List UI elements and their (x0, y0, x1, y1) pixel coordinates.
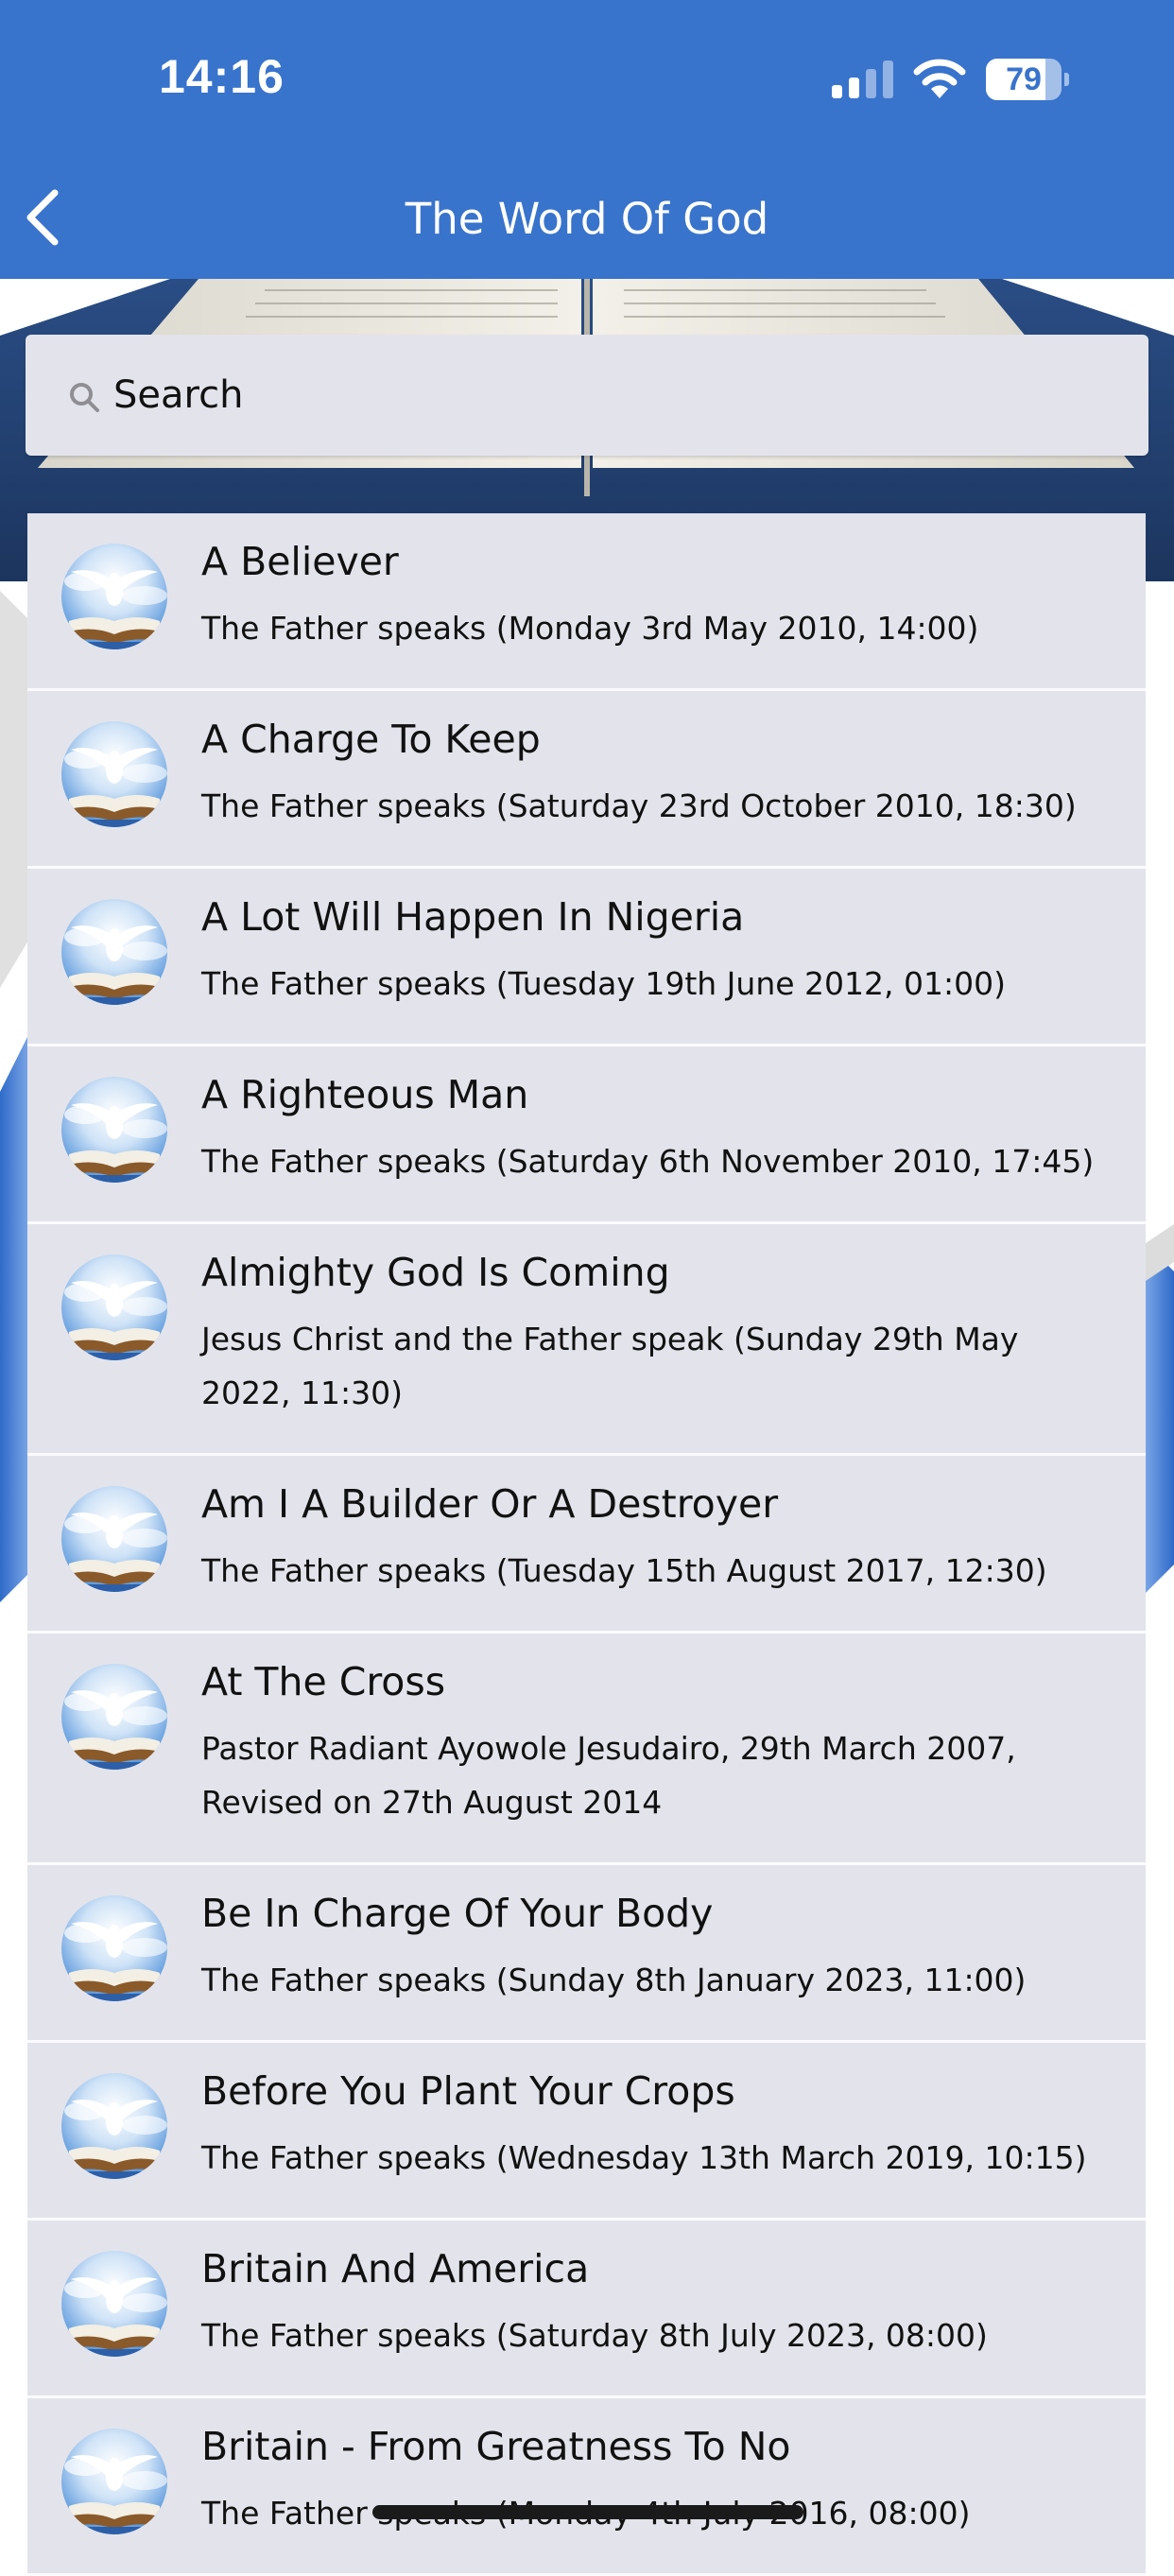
dove-bible-thumbnail (61, 1895, 167, 2001)
item-subtitle: The Father speaks (Wednesday 13th March … (201, 2139, 1087, 2176)
item-title: A Believer (201, 539, 399, 584)
page-title: The Word Of God (405, 194, 769, 244)
item-title: Britain And America (201, 2246, 590, 2291)
search-input[interactable] (113, 365, 1115, 425)
item-title: Am I A Builder Or A Destroyer (201, 1481, 779, 1527)
dove-bible-thumbnail (61, 2429, 167, 2534)
list-item[interactable]: Before You Plant Your Crops The Father s… (27, 2043, 1146, 2221)
dove-bible-thumbnail (61, 1077, 167, 1183)
item-subtitle: The Father speaks (Tuesday 15th August 2… (201, 1552, 1047, 1589)
item-title: Be In Charge Of Your Body (201, 1891, 714, 1936)
dove-bible-thumbnail (61, 721, 167, 827)
item-subtitle: The Father speaks (Sunday 8th January 20… (201, 1962, 1027, 1998)
list-item[interactable]: Britain And America The Father speaks (S… (27, 2221, 1146, 2398)
item-subtitle: The Father speaks (Saturday 6th November… (201, 1143, 1095, 1180)
list-item[interactable]: Be In Charge Of Your Body The Father spe… (27, 1865, 1146, 2043)
item-subtitle: The Father speaks (Tuesday 19th June 201… (201, 965, 1006, 1002)
item-subtitle: The Father speaks (Saturday 23rd October… (201, 787, 1077, 824)
dove-bible-thumbnail (61, 899, 167, 1005)
list-item[interactable]: A Charge To Keep The Father speaks (Satu… (27, 691, 1146, 869)
search-icon (70, 383, 99, 412)
app-header: 14:16 79 The Word Of God (0, 0, 1174, 279)
list-item[interactable]: A Righteous Man The Father speaks (Satur… (27, 1046, 1146, 1224)
status-time: 14:16 (159, 50, 285, 103)
dove-bible-thumbnail (61, 544, 167, 649)
battery-indicator: 79 (986, 59, 1069, 100)
list-item[interactable]: Am I A Builder Or A Destroyer The Father… (27, 1456, 1146, 1634)
item-subtitle: The Father speaks (Saturday 8th July 202… (201, 2317, 988, 2354)
item-title: At The Cross (201, 1659, 446, 1704)
list-item[interactable]: Britain - From Greatness To No The Fathe… (27, 2398, 1146, 2576)
dove-bible-thumbnail (61, 2251, 167, 2357)
item-title: Almighty God Is Coming (201, 1250, 670, 1295)
item-title: A Charge To Keep (201, 717, 541, 762)
dove-bible-thumbnail (61, 1254, 167, 1360)
item-subtitle: The Father speaks (Monday 3rd May 2010, … (201, 610, 979, 647)
dove-bible-thumbnail (61, 2073, 167, 2179)
wifi-icon (913, 59, 966, 98)
list-item[interactable]: At The Cross Pastor Radiant Ayowole Jesu… (27, 1634, 1146, 1865)
list-item[interactable]: Almighty God Is Coming Jesus Christ and … (27, 1224, 1146, 1456)
list-item[interactable]: A Believer The Father speaks (Monday 3rd… (27, 513, 1146, 691)
item-title: Before You Plant Your Crops (201, 2068, 735, 2114)
dove-bible-thumbnail (61, 1664, 167, 1770)
item-subtitle: Pastor Radiant Ayowole Jesudairo, 29th M… (201, 1730, 1016, 1821)
list-item[interactable]: A Lot Will Happen In Nigeria The Father … (27, 869, 1146, 1046)
item-title: A Lot Will Happen In Nigeria (201, 894, 745, 940)
dove-bible-thumbnail (61, 1486, 167, 1592)
item-title: A Righteous Man (201, 1072, 529, 1117)
article-list: A Believer The Father speaks (Monday 3rd… (27, 513, 1146, 2576)
home-indicator (372, 2505, 803, 2519)
battery-percentage: 79 (1006, 61, 1042, 97)
item-subtitle: Jesus Christ and the Father speak (Sunda… (201, 1321, 1019, 1411)
cellular-signal-icon (832, 61, 893, 98)
item-title: Britain - From Greatness To No (201, 2424, 791, 2469)
